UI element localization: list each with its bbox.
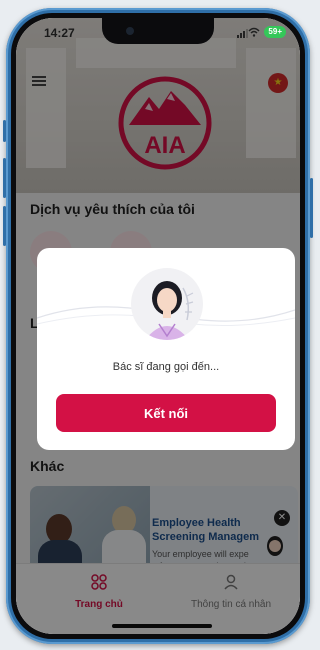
notch [102,18,214,44]
app-screen: 14:27 59+ ★ AIA Dịch vụ yêu thích của tô… [16,18,300,634]
mute-switch [3,120,6,142]
status-time: 14:27 [44,26,75,40]
connect-button[interactable]: Kết nối [56,394,276,432]
volume-up-button [3,158,6,198]
battery-indicator: 59+ [264,26,286,38]
power-button [310,178,313,238]
call-status-message: Bác sĩ đang gọi đến... [112,361,220,373]
volume-down-button [3,206,6,246]
incoming-call-dialog: Bác sĩ đang gọi đến... Kết nối [37,248,295,450]
phone-bezel: 14:27 59+ ★ AIA Dịch vụ yêu thích của tô… [11,13,305,639]
wifi-icon [248,27,260,37]
doctor-avatar [131,268,203,340]
phone-frame: 14:27 59+ ★ AIA Dịch vụ yêu thích của tô… [3,8,313,644]
signal-icon [237,29,248,38]
